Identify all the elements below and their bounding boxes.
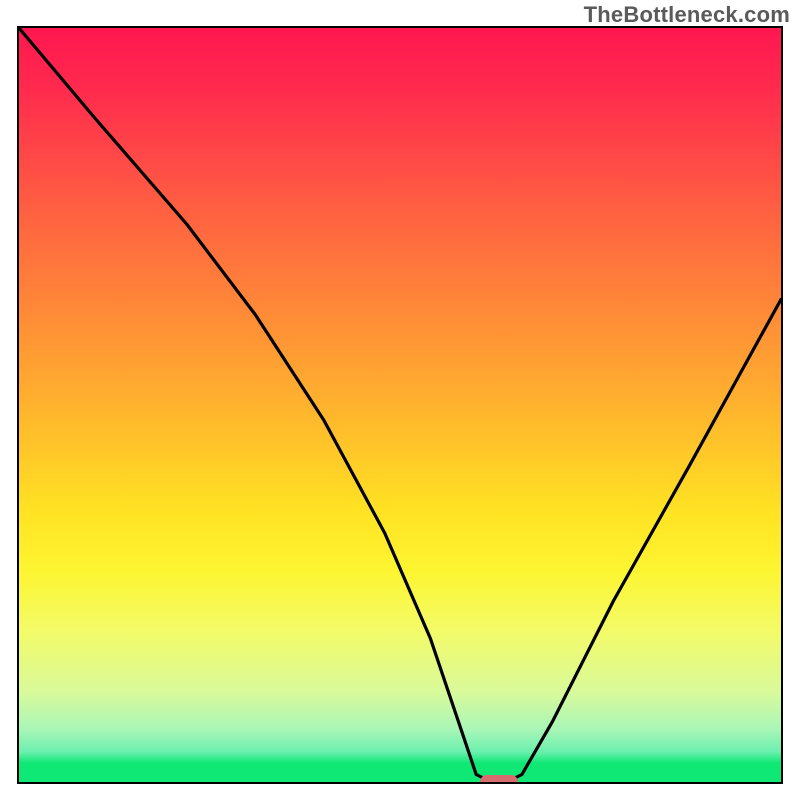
optimal-point-marker bbox=[480, 775, 518, 784]
bottleneck-curve-plot bbox=[19, 28, 781, 782]
chart-canvas: TheBottleneck.com bbox=[0, 0, 800, 800]
bottleneck-curve bbox=[19, 28, 781, 782]
chart-frame bbox=[17, 26, 783, 784]
watermark-label: TheBottleneck.com bbox=[584, 2, 790, 28]
